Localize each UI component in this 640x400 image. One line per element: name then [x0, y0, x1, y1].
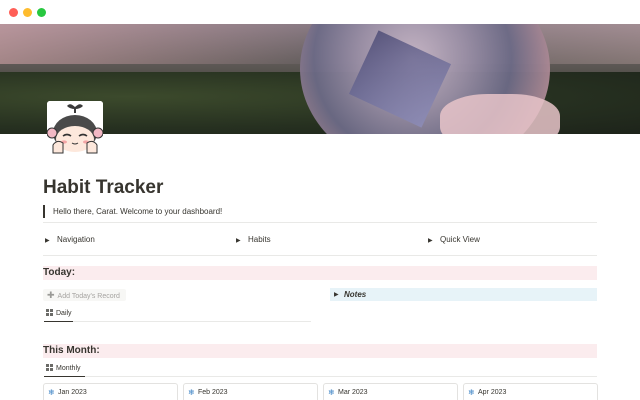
divider — [43, 255, 597, 256]
tab-bar-rule — [73, 321, 311, 322]
window-titlebar — [0, 0, 640, 24]
month-card-jan-2023[interactable]: ❄ Jan 2023 — [43, 383, 178, 400]
toggle-triangle-icon: ▶ — [428, 238, 433, 244]
page-title[interactable]: Habit Tracker — [43, 177, 163, 199]
zoom-window-button[interactable] — [37, 8, 46, 17]
minimize-window-button[interactable] — [23, 8, 32, 17]
page-icon-avatar[interactable] — [47, 101, 103, 157]
snowflake-icon: ❄ — [468, 388, 475, 397]
gallery-view-icon — [46, 364, 53, 371]
welcome-quote: Hello there, Carat. Welcome to your dash… — [43, 205, 222, 218]
active-tab-underline — [44, 321, 73, 322]
gallery-view-icon — [46, 309, 53, 316]
divider — [43, 222, 597, 223]
notes-toggle[interactable]: ▶ Notes — [330, 288, 597, 301]
toggle-triangle-icon: ▶ — [334, 292, 339, 298]
this-month-heading: This Month: — [43, 344, 597, 358]
active-tab-underline — [44, 376, 85, 377]
month-card-feb-2023[interactable]: ❄ Feb 2023 — [183, 383, 318, 400]
month-card-mar-2023[interactable]: ❄ Mar 2023 — [323, 383, 458, 400]
snowflake-icon: ❄ — [328, 388, 335, 397]
add-todays-record-button[interactable]: ✚ Add Today's Record — [43, 289, 126, 301]
chibi-character-icon — [47, 101, 103, 157]
month-card-apr-2023[interactable]: ❄ Apr 2023 — [463, 383, 598, 400]
close-window-button[interactable] — [9, 8, 18, 17]
tab-daily[interactable]: Daily — [46, 309, 72, 319]
snowflake-icon: ❄ — [48, 388, 55, 397]
toggle-navigation[interactable]: ▶ Navigation — [45, 235, 95, 246]
toggle-habits[interactable]: ▶ Habits — [236, 235, 271, 246]
tab-monthly[interactable]: Monthly — [46, 364, 81, 374]
snowflake-icon: ❄ — [188, 388, 195, 397]
today-heading: Today: — [43, 266, 597, 280]
tab-bar-rule — [85, 376, 597, 377]
cover-drink — [440, 94, 560, 134]
toggle-quick-view[interactable]: ▶ Quick View — [428, 235, 480, 246]
toggle-triangle-icon: ▶ — [236, 238, 241, 244]
toggle-triangle-icon: ▶ — [45, 238, 50, 244]
plus-icon: ✚ — [47, 290, 55, 300]
